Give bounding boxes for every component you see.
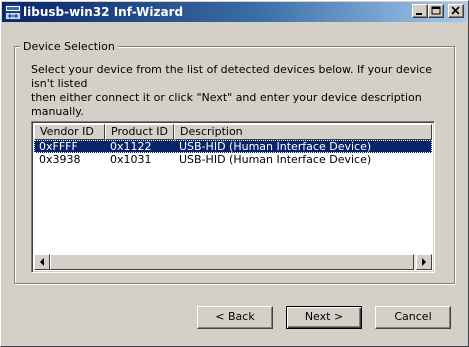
title-bar[interactable]: libusb-win32 Inf-Wizard (2, 2, 467, 22)
cancel-button[interactable]: Cancel (375, 306, 451, 329)
arrow-right-icon (422, 258, 426, 266)
instructions-text: Select your device from the list of dete… (31, 63, 432, 118)
maximize-icon (431, 6, 441, 15)
column-vendor-id[interactable]: Vendor ID (34, 124, 105, 140)
column-description[interactable]: Description (174, 124, 432, 140)
back-button[interactable]: < Back (197, 306, 273, 329)
vendor-id-cell: 0x3938 (39, 153, 81, 166)
description-cell: USB-HID (Human Interface Device) (179, 153, 372, 166)
scroll-right-button[interactable] (416, 254, 432, 270)
device-row[interactable]: 0xFFFF 0x1122 USB-HID (Human Interface D… (34, 140, 432, 153)
scroll-thumb[interactable] (50, 254, 414, 270)
device-list[interactable]: Vendor ID Product ID Description 0xFFFF … (31, 121, 435, 273)
product-id-cell: 0x1031 (110, 153, 152, 166)
device-row[interactable]: 0x3938 0x1031 USB-HID (Human Interface D… (34, 153, 432, 166)
close-button[interactable] (448, 4, 464, 18)
minimize-button[interactable] (412, 4, 428, 18)
arrow-left-icon (40, 258, 44, 266)
column-product-id[interactable]: Product ID (105, 124, 174, 140)
product-id-cell: 0x1122 (110, 140, 152, 153)
usb-app-icon (5, 4, 21, 20)
description-cell: USB-HID (Human Interface Device) (179, 140, 372, 153)
horizontal-scrollbar[interactable] (34, 254, 432, 270)
list-header: Vendor ID Product ID Description (34, 124, 432, 140)
vendor-id-cell: 0xFFFF (39, 140, 78, 153)
minimize-icon (416, 13, 422, 15)
close-icon (451, 6, 460, 15)
next-button[interactable]: Next > (286, 306, 362, 329)
maximize-button[interactable] (428, 4, 444, 18)
wizard-window: libusb-win32 Inf-Wizard Device Selection… (0, 0, 469, 347)
window-title: libusb-win32 Inf-Wizard (23, 5, 184, 19)
scroll-left-button[interactable] (34, 254, 50, 270)
group-label: Device Selection (20, 40, 118, 53)
